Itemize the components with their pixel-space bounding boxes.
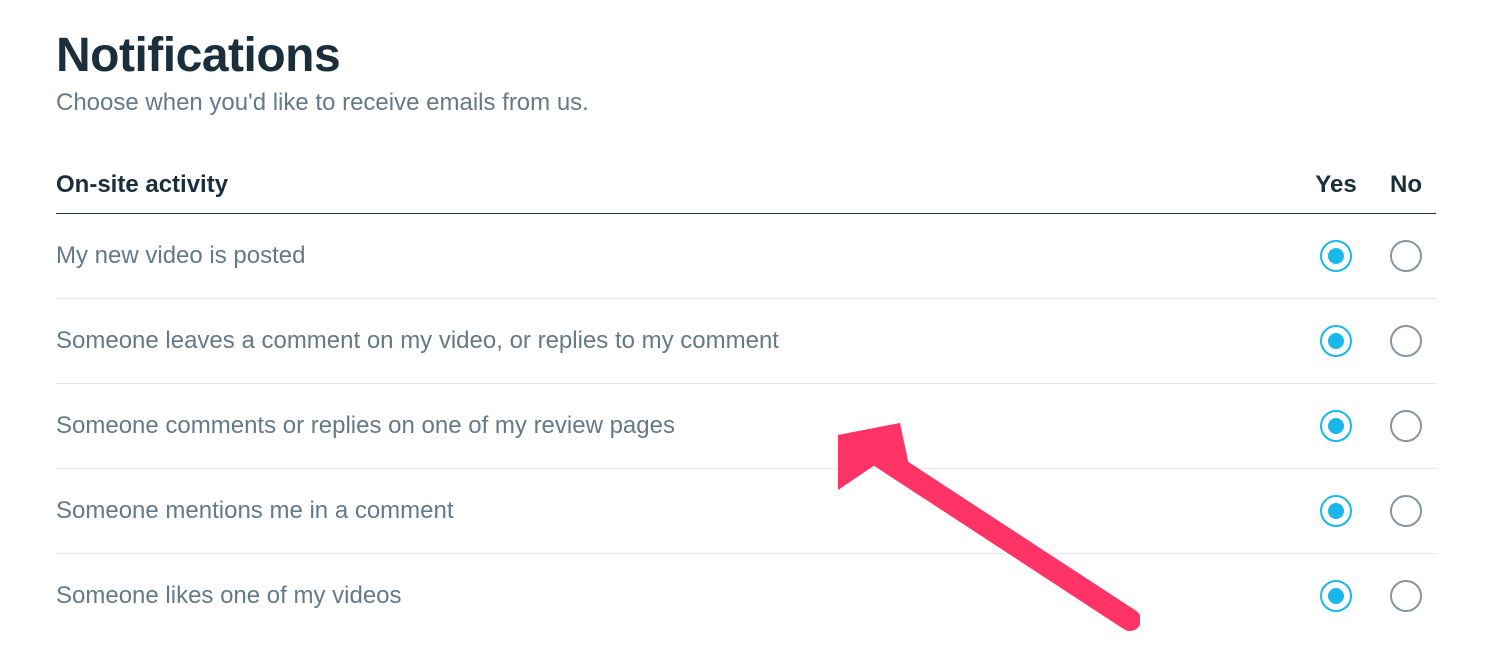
radio-dot-icon (1328, 333, 1344, 349)
option-row: Someone likes one of my videos (56, 554, 1436, 638)
radio-cell-no (1376, 240, 1436, 272)
radio-no[interactable] (1390, 410, 1422, 442)
radio-cell-yes (1306, 410, 1366, 442)
option-label: Someone comments or replies on one of my… (56, 412, 1306, 440)
radio-yes[interactable] (1320, 410, 1352, 442)
option-row: Someone mentions me in a comment (56, 469, 1436, 554)
option-label: My new video is posted (56, 242, 1306, 270)
radio-no[interactable] (1390, 580, 1422, 612)
radio-cell-no (1376, 495, 1436, 527)
section-title: On-site activity (56, 171, 1306, 199)
option-label: Someone leaves a comment on my video, or… (56, 327, 1306, 355)
radio-yes[interactable] (1320, 580, 1352, 612)
radio-cell-yes (1306, 325, 1366, 357)
radio-yes[interactable] (1320, 240, 1352, 272)
page-title: Notifications (56, 28, 1436, 83)
radio-cell-yes (1306, 495, 1366, 527)
radio-cell-no (1376, 325, 1436, 357)
option-label: Someone likes one of my videos (56, 582, 1306, 610)
radio-yes[interactable] (1320, 495, 1352, 527)
radio-yes[interactable] (1320, 325, 1352, 357)
option-row: Someone leaves a comment on my video, or… (56, 299, 1436, 384)
radio-cell-no (1376, 410, 1436, 442)
radio-dot-icon (1328, 418, 1344, 434)
column-header-no: No (1376, 171, 1436, 199)
section-header-row: On-site activity Yes No (56, 171, 1436, 214)
radio-cell-yes (1306, 580, 1366, 612)
radio-dot-icon (1328, 503, 1344, 519)
radio-no[interactable] (1390, 495, 1422, 527)
radio-no[interactable] (1390, 240, 1422, 272)
option-row: My new video is posted (56, 214, 1436, 299)
radio-cell-no (1376, 580, 1436, 612)
page-subtitle: Choose when you'd like to receive emails… (56, 89, 1436, 117)
option-label: Someone mentions me in a comment (56, 497, 1306, 525)
options-list: My new video is posted Someone leaves a c… (56, 214, 1436, 638)
radio-cell-yes (1306, 240, 1366, 272)
radio-no[interactable] (1390, 325, 1422, 357)
radio-dot-icon (1328, 588, 1344, 604)
option-row: Someone comments or replies on one of my… (56, 384, 1436, 469)
column-header-yes: Yes (1306, 171, 1366, 199)
radio-dot-icon (1328, 248, 1344, 264)
